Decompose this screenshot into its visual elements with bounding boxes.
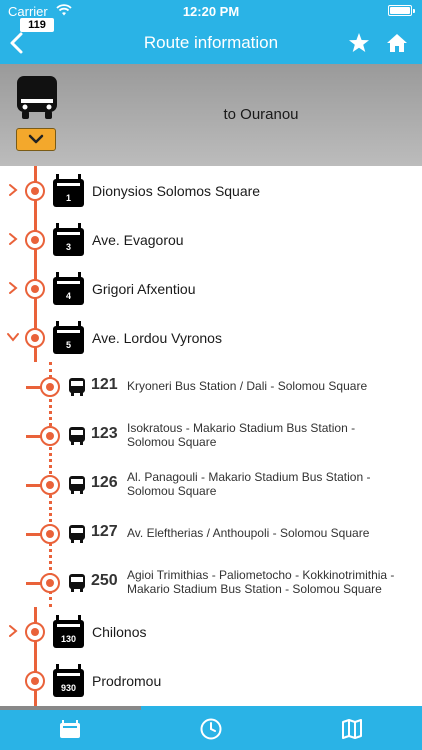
connection-marker	[40, 377, 60, 397]
bus-stop-sign-icon: 3	[53, 223, 84, 256]
favorite-button[interactable]	[348, 32, 370, 54]
tab-stops[interactable]	[0, 710, 140, 750]
chevron-right-icon[interactable]	[7, 281, 19, 295]
stop-row[interactable]: 1 Dionysios Solomos Square	[0, 166, 422, 215]
tab-schedule[interactable]	[141, 710, 281, 750]
connection-marker	[40, 475, 60, 495]
clock-icon	[200, 718, 222, 740]
connection-description: Agioi Trimithias - Paliometocho - Kokkin…	[127, 568, 395, 596]
navigation-bar: Route information	[0, 22, 422, 64]
stop-marker	[25, 622, 45, 642]
status-bar: Carrier 12:20 PM	[0, 0, 422, 22]
top-bar: Carrier 12:20 PM Route information	[0, 0, 422, 64]
stop-row[interactable]: 130 Chilonos	[0, 607, 422, 656]
bus-icon	[69, 525, 85, 543]
stop-name: Grigori Afxentiou	[92, 281, 196, 297]
connection-description: Isokratous - Makario Stadium Bus Station…	[127, 421, 356, 449]
chevron-down-icon	[28, 134, 44, 144]
stop-name: Chilonos	[92, 624, 147, 640]
stop-row[interactable]: 5 Ave. Lordou Vyronos	[0, 313, 422, 362]
connection-route-number: 126	[91, 474, 118, 491]
stops-list: 1 Dionysios Solomos Square 3 Ave. Evagor…	[0, 166, 422, 706]
stop-marker	[25, 230, 45, 250]
connection-marker	[40, 524, 60, 544]
bus-stop-sign-icon: 4	[53, 272, 84, 305]
connection-description: Kryoneri Bus Station / Dali - Solomou Sq…	[127, 379, 368, 393]
connection-row[interactable]: 127 Av. Eleftherias / Anthoupoli - Solom…	[0, 509, 422, 558]
connection-description: Av. Eleftherias / Anthoupoli - Solomou S…	[127, 526, 370, 540]
stop-marker	[25, 328, 45, 348]
stop-marker	[25, 671, 45, 691]
expand-all-button[interactable]	[16, 128, 56, 151]
stop-row[interactable]: 4 Grigori Afxentiou	[0, 264, 422, 313]
connection-description: Al. Panagouli - Makario Stadium Bus Stat…	[127, 470, 371, 498]
status-time: 12:20 PM	[182, 4, 240, 19]
stop-name: Ave. Evagorou	[92, 232, 184, 248]
chevron-right-icon[interactable]	[7, 183, 19, 197]
bus-stop-sign-icon: 130	[53, 615, 84, 648]
bus-icon	[69, 476, 85, 494]
chevron-down-icon[interactable]	[5, 330, 21, 344]
connection-row[interactable]: 126 Al. Panagouli - Makario Stadium Bus …	[0, 460, 422, 509]
stop-marker	[25, 279, 45, 299]
bus-stop-sign-icon: 5	[53, 321, 84, 354]
bus-icon	[17, 76, 57, 119]
stop-name: Dionysios Solomos Square	[92, 183, 261, 199]
bus-stop-sign-icon: 1	[53, 174, 84, 207]
home-button[interactable]	[386, 32, 408, 54]
bus-icon	[69, 378, 85, 396]
chevron-right-icon[interactable]	[7, 624, 19, 638]
stop-name: Prodromou	[92, 673, 162, 689]
stop-row[interactable]: 3 Ave. Evagorou	[0, 215, 422, 264]
route-number: 119	[20, 18, 54, 32]
bus-stop-icon	[60, 720, 80, 738]
chevron-right-icon[interactable]	[7, 232, 19, 246]
connection-route-number: 121	[91, 376, 118, 393]
tab-map[interactable]	[282, 710, 422, 750]
bus-stop-sign-icon: 930	[53, 664, 84, 697]
connection-route-number: 127	[91, 523, 118, 540]
stop-row[interactable]: 930 Prodromou	[0, 656, 422, 705]
route-destination: to Ouranou	[223, 106, 299, 123]
connection-marker	[40, 426, 60, 446]
stop-marker	[25, 181, 45, 201]
connection-row[interactable]: 121 Kryoneri Bus Station / Dali - Solomo…	[0, 362, 422, 411]
connection-route-number: 123	[91, 425, 118, 442]
bus-icon	[69, 574, 85, 592]
bus-icon	[69, 427, 85, 445]
connection-route-number: 250	[91, 572, 118, 589]
connection-marker	[40, 573, 60, 593]
stop-name: Ave. Lordou Vyronos	[92, 330, 222, 346]
map-icon	[342, 719, 362, 739]
connection-row[interactable]: 250 Agioi Trimithias - Paliometocho - Ko…	[0, 558, 422, 607]
tab-bar	[0, 706, 422, 750]
battery-icon	[388, 5, 415, 16]
connection-row[interactable]: 123 Isokratous - Makario Stadium Bus Sta…	[0, 411, 422, 460]
